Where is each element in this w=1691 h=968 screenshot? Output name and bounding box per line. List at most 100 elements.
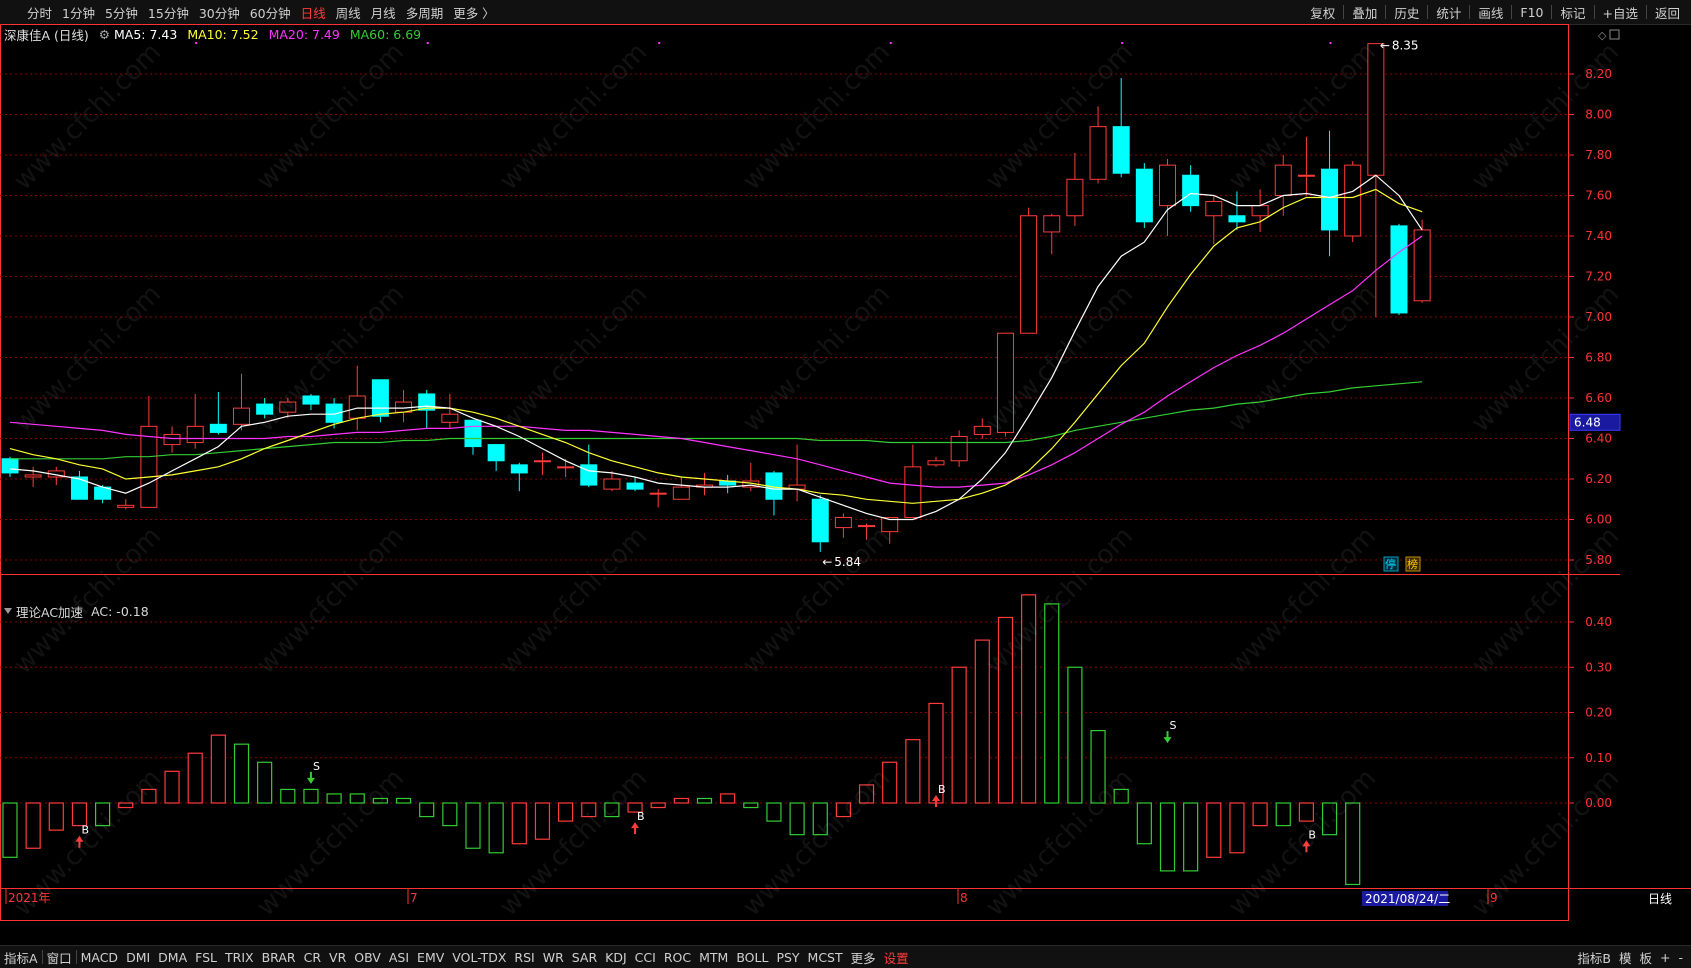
candle-body-up (441, 413, 459, 423)
indicator-tab[interactable]: 指标A (0, 948, 42, 967)
ac-bar-down (419, 802, 435, 818)
indicator-tick-label: 0.30 (1585, 660, 1612, 674)
indicator-tab[interactable]: TRIX (221, 950, 258, 965)
top-marker-dot (889, 42, 892, 44)
candle-body-up (904, 466, 922, 518)
candle-body-down (1112, 126, 1130, 174)
indicator-tab[interactable]: 设置 (880, 948, 913, 967)
candle-body-up (233, 407, 250, 425)
candle-body-up (1344, 164, 1362, 237)
high-price-label: 8.35 (1392, 39, 1419, 53)
indicator-tab[interactable]: DMA (154, 950, 191, 965)
indicator-tab-bar: 指标A 窗口 MACD DMI DMA FSL TRIX BRAR CR VR OBV ASI EMV V… (0, 945, 1691, 968)
candle-body-down (209, 423, 227, 433)
candle-body-down (1390, 225, 1408, 314)
ac-bar-up (25, 802, 41, 849)
ma60-line (10, 381, 1423, 460)
ac-bar-up (1206, 802, 1222, 858)
buy-arrow (631, 822, 640, 835)
indicator-tab[interactable]: ROC (660, 950, 695, 965)
candle-body-up (24, 474, 42, 478)
candle-body-up (1020, 215, 1038, 334)
candle-body-up (533, 460, 551, 463)
ac-bar-down (303, 788, 319, 804)
price-tick-label: 6.20 (1585, 472, 1612, 486)
ac-bar-down (1159, 802, 1176, 872)
ma5-line (9, 174, 1423, 521)
indicator-tab[interactable]: SAR (568, 950, 601, 965)
candle-body-up (140, 425, 158, 508)
bottom-control-button[interactable]: 板 (1635, 948, 1656, 967)
indicator-tab[interactable]: DMI (122, 950, 154, 965)
sell-signal-label: S (1170, 719, 1177, 732)
bottom-right-controls: 指标B 模板 + - (1573, 946, 1687, 968)
candle-body-up (927, 460, 945, 466)
sell-signal-label: S (313, 760, 320, 773)
ma20-line (9, 235, 1423, 488)
candle-body-down (464, 419, 482, 448)
ac-bar-up (164, 770, 180, 804)
ac-bar-up (557, 802, 574, 822)
high-arrow: ← (1380, 39, 1390, 53)
indicator-tab[interactable]: FSL (191, 950, 221, 965)
date-axis-label: 7 (410, 891, 418, 905)
sell-arrow (306, 771, 315, 784)
ac-bar-up (210, 734, 226, 804)
candle-body-down (1, 458, 19, 474)
indicator-tab[interactable]: CCI (631, 950, 660, 965)
ac-bar-down (257, 761, 273, 804)
ac-bar-down (280, 788, 296, 804)
cursor-date-label: 2021/08/24/二 (1365, 892, 1450, 906)
pane-toggle-icon (1609, 29, 1620, 40)
bottom-control-button[interactable]: - (1674, 950, 1687, 965)
indicator-tab[interactable]: CR (300, 950, 325, 965)
ac-bar-up (1229, 802, 1245, 854)
candle-body-up (1205, 201, 1223, 217)
indicator-tab[interactable]: PSY (772, 950, 803, 965)
period-axis-label: 日线 (1648, 892, 1672, 906)
candle-body-up (973, 425, 991, 435)
indicator-tab[interactable]: 更多 (847, 948, 880, 967)
bottom-control-button[interactable]: 模 (1615, 948, 1636, 967)
buy-signal-label: B (637, 810, 645, 823)
bottom-control-button[interactable]: 指标B (1573, 948, 1615, 967)
price-tick-label: 7.40 (1585, 229, 1612, 243)
indicator-tab[interactable]: VOL-TDX (448, 950, 510, 965)
ac-bar-up (187, 752, 203, 804)
sell-arrow (1163, 731, 1172, 744)
indicator-tab[interactable]: MTM (695, 950, 732, 965)
candle-body-up (1251, 205, 1269, 217)
ac-bar-down (326, 793, 342, 804)
indicator-tab[interactable]: MCST (804, 950, 847, 965)
indicator-tab[interactable]: RSI (510, 950, 538, 965)
indicator-tab[interactable]: KDJ (601, 950, 631, 965)
candle-body-up (348, 395, 366, 419)
indicator-tab[interactable]: ASI (385, 950, 413, 965)
candle-body-up (1066, 178, 1084, 217)
candle-body-down (70, 476, 88, 500)
ac-bar-down (1067, 666, 1083, 804)
candle-body-up (186, 425, 204, 444)
ac-bar-down (1275, 802, 1291, 827)
ac-bar-down (766, 802, 782, 822)
top-marker-dot (195, 42, 198, 44)
indicator-tab[interactable]: BOLL (732, 950, 772, 965)
ac-bar-up (720, 793, 736, 804)
candle-body-up (834, 516, 852, 529)
candle-body-up (672, 486, 690, 500)
indicator-tab[interactable]: MACD (77, 950, 122, 965)
candle-body-up (163, 433, 181, 446)
indicator-tab[interactable]: EMV (413, 950, 448, 965)
candle-body-down (1228, 215, 1246, 223)
indicator-tab[interactable]: VR (325, 950, 350, 965)
bottom-control-button[interactable]: + (1656, 950, 1674, 965)
indicator-tab[interactable]: BRAR (258, 950, 300, 965)
candle-body-up (557, 466, 575, 469)
top-marker-dot (426, 42, 429, 44)
indicator-tab[interactable]: 窗口 (43, 948, 76, 967)
candle-body-up (1043, 215, 1061, 233)
price-tick-label: 7.20 (1585, 270, 1612, 284)
indicator-tab[interactable]: OBV (350, 950, 385, 965)
indicator-tab[interactable]: WR (539, 950, 568, 965)
candle-body-down (510, 464, 528, 474)
